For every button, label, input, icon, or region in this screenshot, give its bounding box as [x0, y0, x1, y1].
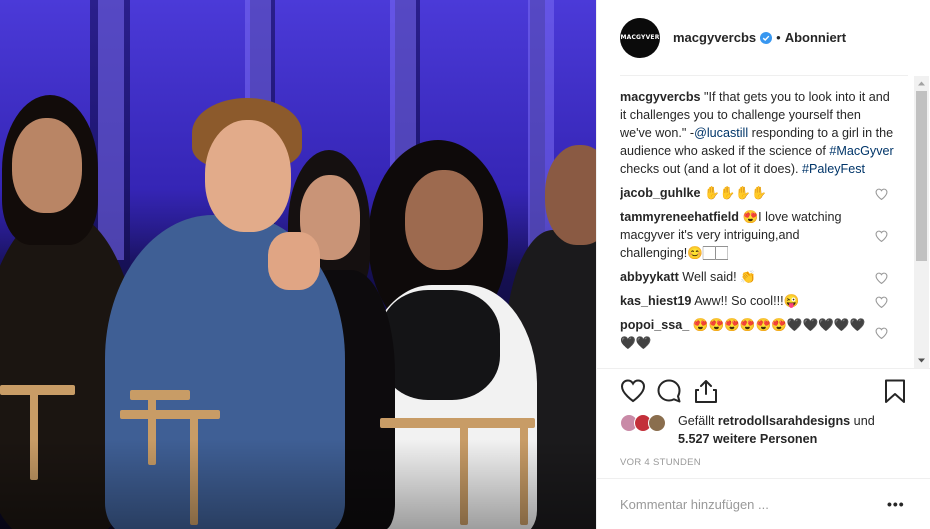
caption-hashtag-link[interactable]: #PaleyFest — [802, 162, 865, 176]
comment-username-link[interactable]: tammyreneehatfield — [620, 210, 739, 224]
comment-item: abbyykatt Well said! 👏 — [620, 268, 896, 286]
comments-list[interactable]: macgyvercbs "If that gets you to look in… — [620, 88, 896, 364]
share-icon[interactable] — [693, 378, 719, 404]
panelist-2-hand — [268, 232, 320, 290]
comment-username-link[interactable]: abbyykatt — [620, 270, 679, 284]
comment-username-link[interactable]: jacob_guhlke — [620, 186, 700, 200]
panelist-4-head — [405, 170, 483, 270]
caption-mention-link[interactable]: @lucastill — [694, 126, 748, 140]
caption-username-link[interactable]: macgyvercbs — [620, 90, 701, 104]
likes-count-button[interactable]: 5.527 weitere Personen — [678, 432, 817, 446]
comment-item: popoi_ssa_ 😍😍😍😍😍😍🖤🖤🖤🖤🖤🖤🖤 — [620, 316, 896, 352]
comment-item: jacob_guhlke ✋✋✋✋ — [620, 184, 896, 202]
more-options-icon[interactable]: ••• — [887, 496, 907, 512]
scroll-up-arrow-icon[interactable] — [914, 76, 929, 91]
chair-rail — [380, 418, 535, 428]
comment-username-link[interactable]: kas_hiest19 — [620, 294, 691, 308]
input-divider — [597, 478, 930, 479]
avatar[interactable]: MACGYVER — [620, 17, 660, 58]
comment-like-heart-icon[interactable] — [875, 229, 888, 243]
post-caption: macgyvercbs "If that gets you to look in… — [620, 88, 896, 178]
comment-like-heart-icon[interactable] — [875, 271, 888, 285]
follow-status-button[interactable]: Abonniert — [785, 30, 846, 45]
actions-divider — [597, 368, 930, 369]
chair-rail — [130, 390, 190, 400]
panelist-5-head — [545, 145, 596, 245]
panelist-4-top — [380, 290, 500, 400]
comment-item: kas_hiest19 Aww!! So cool!!!😜 — [620, 292, 896, 310]
photo-shadow — [0, 439, 596, 529]
instagram-post-modal: MACGYVER macgyvercbs • Abonniert macgyve… — [0, 0, 930, 529]
post-photo[interactable] — [0, 0, 596, 529]
likes-summary: Gefällt retrodollsarahdesigns und 5.527 … — [620, 412, 910, 452]
likes-prefix: Gefällt — [678, 414, 718, 428]
post-timestamp[interactable]: VOR 4 STUNDEN — [620, 457, 701, 468]
comment-item: tammyreneehatfield 😍I love watching macg… — [620, 208, 896, 262]
bookmark-icon[interactable] — [882, 378, 908, 404]
chair-rail — [120, 410, 220, 419]
caption-text: checks out (and a lot of it does). — [620, 162, 803, 176]
caption-hashtag-link[interactable]: #MacGyver — [829, 144, 893, 158]
comment-text: ✋✋✋✋ — [700, 186, 767, 200]
header-divider — [620, 75, 908, 76]
comment-like-heart-icon[interactable] — [875, 187, 888, 201]
comment-input[interactable] — [620, 494, 870, 514]
likes-middle: und — [850, 414, 875, 428]
comment-text: Aww!! So cool!!!😜 — [691, 294, 800, 308]
scrollbar-thumb[interactable] — [916, 91, 927, 261]
panelist-1-head — [12, 118, 82, 213]
header-username-link[interactable]: macgyvercbs — [673, 30, 756, 45]
post-header: MACGYVER macgyvercbs • Abonniert — [597, 0, 930, 75]
post-side-panel: MACGYVER macgyvercbs • Abonniert macgyve… — [596, 0, 930, 529]
liker-username-link[interactable]: retrodollsarahdesigns — [718, 414, 850, 428]
scroll-down-arrow-icon[interactable] — [914, 353, 929, 368]
likes-text: Gefällt retrodollsarahdesigns und 5.527 … — [678, 412, 908, 448]
avatar — [648, 414, 666, 432]
comment-like-heart-icon[interactable] — [875, 326, 888, 340]
comment-like-heart-icon[interactable] — [875, 295, 888, 309]
avatar-logo-text: MACGYVER — [620, 34, 660, 41]
liker-avatars[interactable] — [620, 414, 674, 434]
like-heart-icon[interactable] — [620, 378, 646, 404]
separator-dot: • — [776, 30, 781, 45]
verified-badge-icon — [760, 31, 773, 44]
comment-icon[interactable] — [656, 378, 682, 404]
comment-username-link[interactable]: popoi_ssa_ — [620, 318, 689, 332]
comment-text: Well said! 👏 — [678, 270, 756, 284]
stage-light — [98, 0, 124, 260]
post-actions-bar — [620, 378, 910, 406]
panelist-2-head — [205, 120, 291, 232]
